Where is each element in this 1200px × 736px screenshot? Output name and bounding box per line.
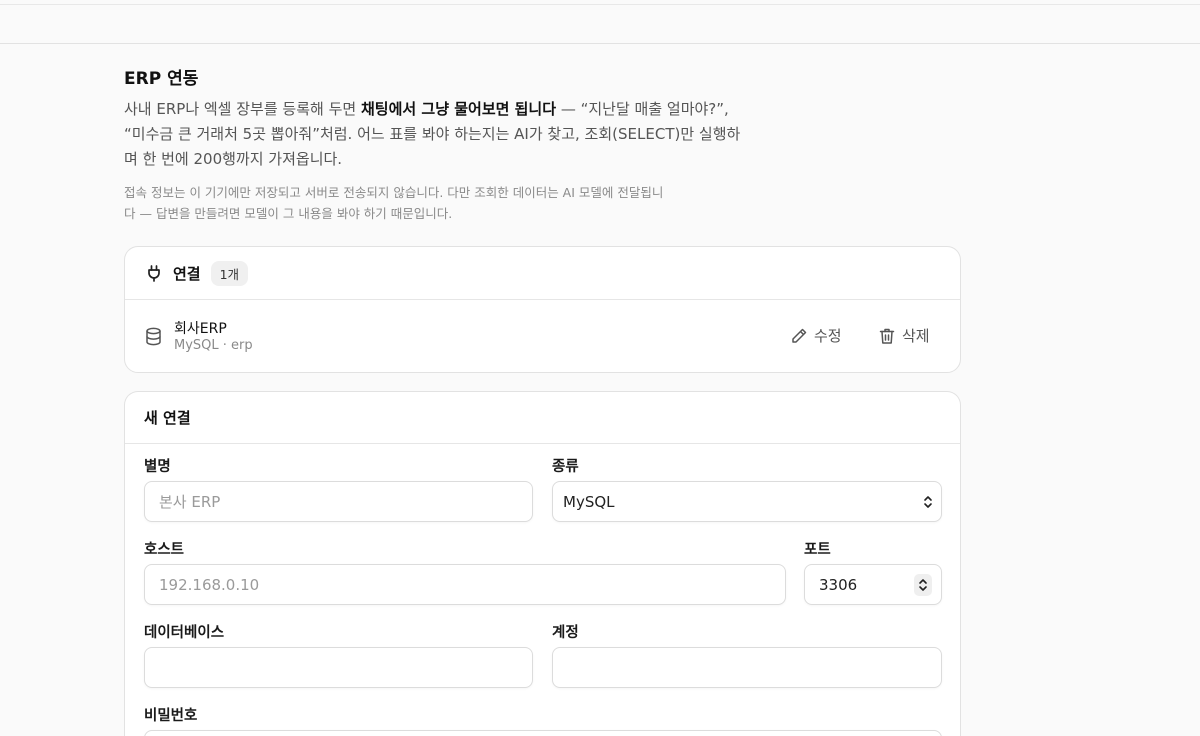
desc-emphasis: 채팅에서 그냥 물어보면 됩니다 <box>360 100 557 118</box>
database-label: 데이터베이스 <box>144 625 225 641</box>
password-input[interactable] <box>144 730 942 736</box>
connection-count-badge: 1개 <box>210 260 249 286</box>
host-input[interactable] <box>144 564 786 605</box>
port-value: 3306 <box>819 575 858 594</box>
type-select-value: MySQL <box>563 492 615 511</box>
edit-label: 수정 <box>814 327 842 345</box>
top-bar <box>0 0 1200 44</box>
port-input[interactable]: 3306 <box>804 564 942 605</box>
plug-icon <box>145 264 163 282</box>
type-select[interactable]: MySQL <box>552 481 942 522</box>
account-input[interactable] <box>552 647 942 688</box>
pencil-icon <box>792 328 807 343</box>
alias-input[interactable] <box>144 481 533 522</box>
privacy-note: 접속 정보는 이 기기에만 저장되고 서버로 전송되지 않습니다. 다만 조회한… <box>124 185 664 221</box>
database-icon <box>145 327 162 346</box>
page-title: ERP 연동 <box>124 69 199 89</box>
port-label: 포트 <box>804 542 831 558</box>
delete-button[interactable]: 삭제 <box>878 325 930 346</box>
connections-header: 연결 1개 <box>125 247 960 300</box>
updown-chevron-icon <box>924 496 932 508</box>
account-label: 계정 <box>552 625 579 641</box>
page-description: 사내 ERP나 엑셀 장부를 등록해 두면 채팅에서 그냥 물어보면 됩니다 —… <box>124 97 754 172</box>
edit-button[interactable]: 수정 <box>790 325 842 346</box>
type-label: 종류 <box>552 459 579 475</box>
connection-detail: MySQL · erp <box>174 338 253 353</box>
erp-intro: ERP 연동 사내 ERP나 엑셀 장부를 등록해 두면 채팅에서 그냥 물어보… <box>124 66 960 224</box>
top-divider <box>0 4 1200 5</box>
desc-text: 사내 ERP나 엑셀 장부를 등록해 두면 <box>124 100 361 118</box>
connection-row: 회사ERP MySQL · erp 수정 삭제 <box>125 300 960 372</box>
database-input[interactable] <box>144 647 533 688</box>
delete-label: 삭제 <box>902 327 930 345</box>
new-connection-title: 새 연결 <box>125 392 960 444</box>
connection-name: 회사ERP <box>174 321 227 337</box>
password-label: 비밀번호 <box>144 708 198 724</box>
connections-card: 연결 1개 회사ERP MySQL · erp 수정 삭제 <box>124 246 961 373</box>
port-stepper[interactable] <box>914 574 932 596</box>
trash-icon <box>879 328 895 344</box>
host-label: 호스트 <box>144 542 185 558</box>
stepper-chevron-icon <box>919 579 927 591</box>
alias-label: 별명 <box>144 459 171 475</box>
connections-label: 연결 <box>173 264 201 283</box>
new-connection-card: 새 연결 별명 종류 MySQL 호스트 포트 3306 데이터베이스 계정 비… <box>124 391 961 736</box>
